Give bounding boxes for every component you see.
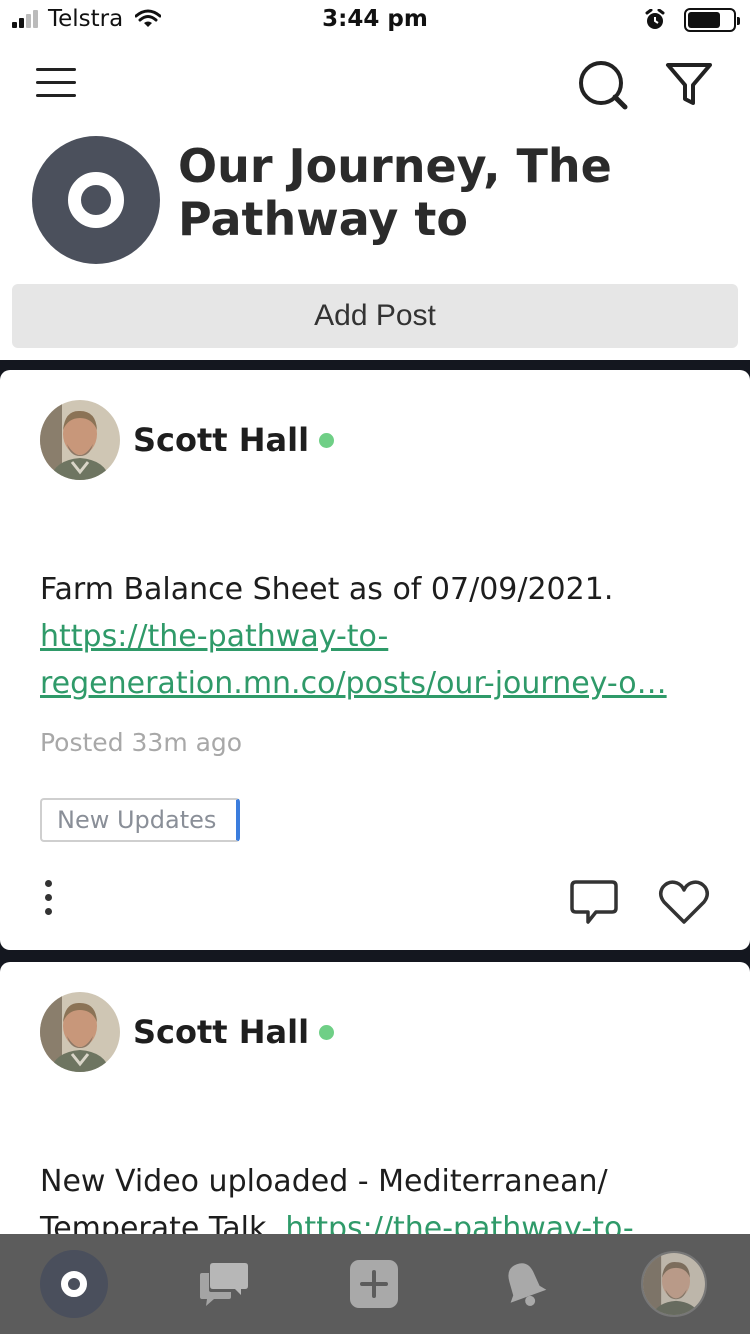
post-text: New Video uploaded - Mediterranean/ — [40, 1164, 608, 1199]
post-author[interactable]: Scott Hall — [40, 400, 335, 480]
more-options-icon[interactable] — [36, 880, 60, 924]
online-status-dot — [319, 432, 335, 448]
author-avatar[interactable] — [40, 992, 120, 1072]
post-link[interactable]: https://the-pathway-to- — [285, 1211, 633, 1234]
tab-notifications[interactable] — [484, 1244, 564, 1324]
post-text: Farm Balance Sheet as of 07/09/2021. — [40, 572, 614, 607]
hamburger-icon[interactable] — [36, 68, 78, 98]
add-icon[interactable] — [349, 1259, 399, 1309]
tab-profile[interactable] — [634, 1244, 714, 1324]
post-author[interactable]: Scott Hall — [40, 992, 335, 1072]
post-card: Scott Hall New Video uploaded - Mediterr… — [0, 962, 750, 1234]
author-avatar[interactable] — [40, 400, 120, 480]
bell-icon[interactable] — [497, 1257, 551, 1311]
author-name[interactable]: Scott Hall — [133, 1013, 309, 1051]
top-nav — [0, 40, 750, 130]
post-link[interactable]: https://the-pathway-to- — [40, 613, 710, 660]
post-body: New Video uploaded - Mediterranean/ Temp… — [40, 1158, 710, 1234]
post-card: Scott Hall Farm Balance Sheet as of 07/0… — [0, 370, 750, 950]
post-link-continued[interactable]: regeneration.mn.co/posts/our-journey-o… — [40, 660, 710, 707]
feed[interactable]: Scott Hall Farm Balance Sheet as of 07/0… — [0, 360, 750, 1234]
page-title: Our Journey, The Pathway to — [178, 139, 612, 246]
tab-chat[interactable] — [184, 1244, 264, 1324]
filter-icon[interactable] — [664, 60, 714, 110]
chat-icon[interactable] — [197, 1259, 251, 1309]
bottom-tab-bar — [0, 1234, 750, 1334]
author-name[interactable]: Scott Hall — [133, 421, 309, 459]
post-text-end: Temperate Talk. — [40, 1211, 276, 1234]
battery-icon — [684, 8, 740, 32]
post-body: Farm Balance Sheet as of 07/09/2021. htt… — [40, 566, 710, 707]
alarm-icon — [645, 9, 665, 29]
post-text-continued: Temperate Talk. https://the-pathway-to- — [40, 1205, 710, 1234]
status-time: 3:44 pm — [322, 6, 428, 32]
search-icon[interactable] — [576, 58, 630, 112]
heart-icon[interactable] — [656, 876, 712, 928]
status-right — [644, 8, 740, 32]
group-logo[interactable] — [32, 136, 160, 264]
new-updates-badge[interactable]: New Updates — [40, 798, 241, 842]
comment-icon[interactable] — [566, 876, 622, 928]
online-status-dot — [319, 1024, 335, 1040]
group-header: Our Journey, The Pathway to — [0, 130, 750, 280]
home-icon[interactable] — [40, 1250, 108, 1318]
tab-home[interactable] — [34, 1244, 114, 1324]
posted-time: Posted 33m ago — [40, 728, 243, 757]
status-bar: Telstra 3:44 pm — [0, 0, 750, 40]
add-post-button[interactable]: Add Post — [12, 284, 738, 348]
profile-avatar[interactable] — [641, 1251, 707, 1317]
tab-add[interactable] — [334, 1244, 414, 1324]
